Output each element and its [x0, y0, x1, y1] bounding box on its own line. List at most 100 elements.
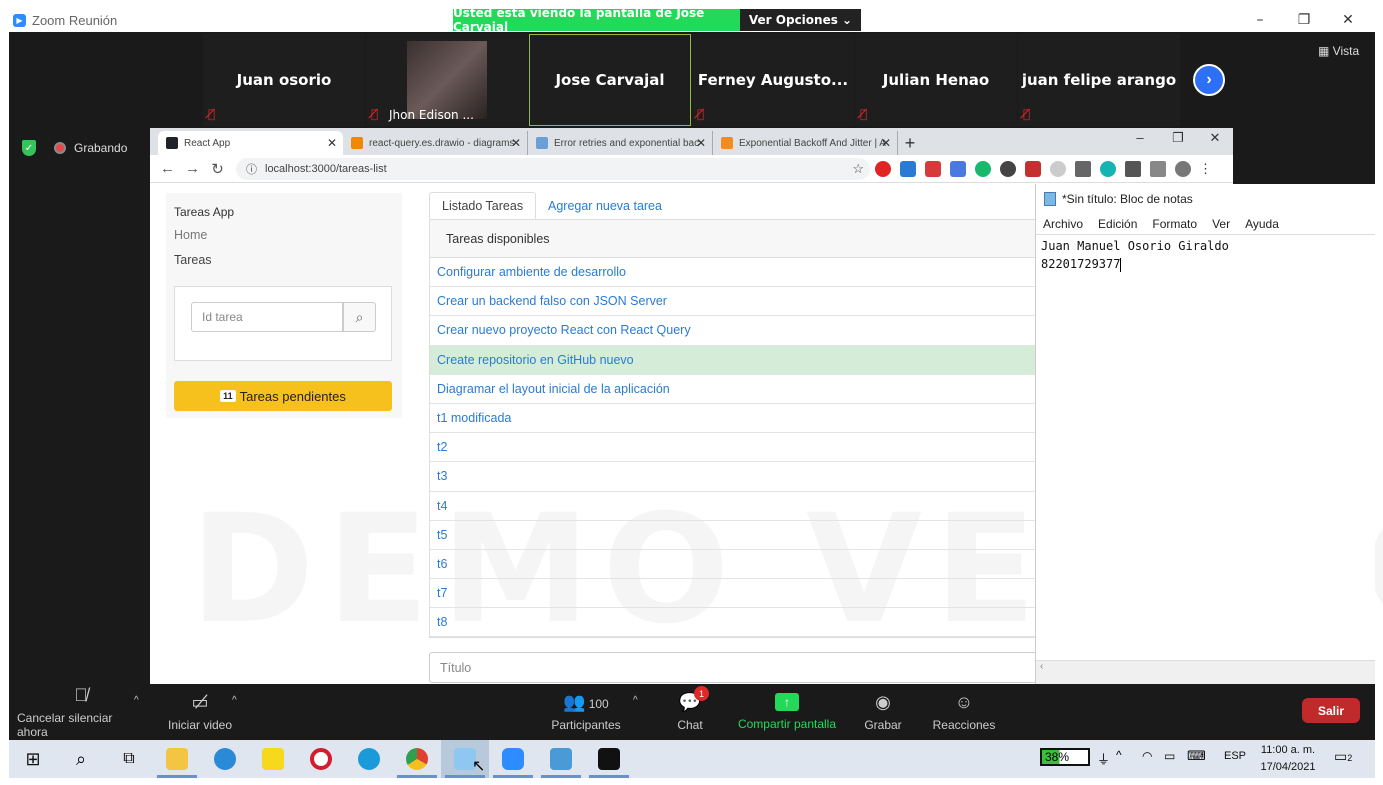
task-list-item[interactable]: t1 modificada [430, 404, 1035, 434]
close-tab-icon[interactable]: ✕ [327, 136, 337, 150]
block-extension-icon[interactable] [999, 160, 1016, 177]
horizontal-scrollbar[interactable]: ‹ [1036, 660, 1375, 676]
task-list-item[interactable]: t3 [430, 462, 1035, 492]
taskbar-app[interactable] [537, 740, 585, 778]
browser-menu-icon[interactable]: ⋮ [1199, 161, 1212, 177]
menu-ayuda[interactable]: Ayuda [1245, 217, 1279, 231]
search-taskbar-button[interactable]: ⌕ [57, 740, 105, 778]
notepad-text-area[interactable]: Juan Manuel Osorio Giraldo 82201729377 [1036, 234, 1375, 660]
opera-extension-icon[interactable] [874, 160, 891, 177]
app-brand[interactable]: Tareas App [174, 205, 234, 219]
taskbar-zoom[interactable] [489, 740, 537, 778]
task-view-button[interactable]: ⧉ [105, 740, 153, 778]
puzzle-extensions-icon[interactable] [1124, 160, 1141, 177]
taskbar-internet-explorer[interactable] [201, 740, 249, 778]
start-button[interactable]: ⊞ [9, 740, 57, 778]
browser-close-button[interactable]: ✕ [1197, 130, 1233, 146]
task-list-item[interactable]: t2 [430, 433, 1035, 463]
menu-formato[interactable]: Formato [1152, 217, 1197, 231]
url-field[interactable]: ⓘ localhost:3000/tareas-list ☆ [236, 157, 870, 180]
reload-icon[interactable]: ↻ [205, 160, 230, 178]
cast-icon[interactable] [1149, 160, 1166, 177]
search-button[interactable]: ⌕ [343, 302, 376, 332]
view-toggle[interactable]: ▦ Vista [1318, 44, 1359, 58]
record-button[interactable]: ◉ Grabar [860, 684, 906, 740]
clock[interactable]: 11:00 a. m. 17/04/2021 [1256, 742, 1320, 776]
task-list-item[interactable]: Crear nuevo proyecto React con React Que… [430, 316, 1035, 346]
battery-tray-icon[interactable]: ▭ [1164, 749, 1175, 763]
browser-tab-retries[interactable]: Error retries and exponential bac ✕ [528, 131, 713, 155]
reactions-button[interactable]: ☺ Reacciones [931, 684, 997, 740]
task-list-item[interactable]: t4 [430, 492, 1035, 521]
task-list-item[interactable]: Configurar ambiente de desarrollo [430, 258, 1035, 288]
profile-avatar[interactable] [1174, 160, 1191, 177]
forward-arrow-icon[interactable]: → [180, 160, 205, 177]
pending-tasks-button[interactable]: 11 Tareas pendientes [174, 381, 392, 411]
close-tab-icon[interactable]: ✕ [881, 136, 891, 150]
translate-extension-icon[interactable] [949, 160, 966, 177]
leave-meeting-button[interactable]: Salir [1302, 698, 1360, 723]
tab-agregar-tarea[interactable]: Agregar nueva tarea [536, 192, 674, 219]
audio-options-chevron-icon[interactable]: ^ [134, 695, 139, 706]
task-title-input[interactable]: Título [429, 652, 1035, 683]
extension-icon[interactable] [1049, 160, 1066, 177]
close-tab-icon[interactable]: ✕ [511, 136, 521, 150]
taskbar-terminal[interactable] [585, 740, 633, 778]
participant-tile[interactable]: juan felipe arango 🎙̸ [1018, 34, 1180, 126]
participant-tile-active[interactable]: Jose Carvajal [529, 34, 691, 126]
browser-tab-backoff[interactable]: Exponential Backoff And Jitter | A ✕ [713, 131, 898, 155]
eyedropper-extension-icon[interactable] [1074, 160, 1091, 177]
taskbar-chrome[interactable] [393, 740, 441, 778]
start-video-button[interactable]: ▭̸ Iniciar video [160, 684, 240, 740]
video-options-chevron-icon[interactable]: ^ [232, 695, 237, 706]
security-shield-icon[interactable]: ✓ [22, 140, 36, 156]
task-list-item[interactable]: t8 [430, 608, 1035, 638]
grammarly-extension-icon[interactable] [974, 160, 991, 177]
close-button[interactable]: ✕ [1325, 9, 1371, 31]
cors-extension-icon[interactable] [924, 160, 941, 177]
task-id-input[interactable]: Id tarea [191, 302, 343, 332]
participant-tile[interactable]: Juan osorio 🎙̸ [203, 34, 365, 126]
participant-tile[interactable]: Ferney Augusto... 🎙̸ [692, 34, 854, 126]
new-tab-icon[interactable]: + [898, 131, 922, 155]
minimize-button[interactable]: – [1237, 9, 1283, 31]
extension-icon[interactable] [1024, 160, 1041, 177]
share-screen-button[interactable]: ↑ Compartir pantalla [736, 684, 838, 740]
menu-edicion[interactable]: Edición [1098, 217, 1137, 231]
participant-tile[interactable]: 🎙̸ Jhon Edison ... [366, 34, 528, 126]
browser-tab-react-app[interactable]: React App ✕ [158, 131, 343, 155]
language-indicator[interactable]: ESP [1224, 750, 1246, 762]
task-list-item[interactable]: t6 [430, 550, 1035, 580]
tray-chevron-icon[interactable]: ^ [1116, 748, 1122, 762]
task-list-item-highlighted[interactable]: Create repositorio en GitHub nuevo [430, 345, 1035, 375]
taskbar-edge[interactable] [345, 740, 393, 778]
task-list-item[interactable]: Diagramar el layout inicial de la aplica… [430, 375, 1035, 404]
participants-options-chevron-icon[interactable]: ^ [633, 695, 638, 706]
extension-icon[interactable] [899, 160, 916, 177]
nav-home-link[interactable]: Home [174, 228, 207, 242]
wifi-icon[interactable]: ◠ [1142, 749, 1152, 763]
restore-button[interactable]: ❐ [1281, 9, 1327, 31]
browser-restore-button[interactable]: ❐ [1160, 130, 1196, 146]
browser-minimize-button[interactable]: – [1122, 130, 1158, 145]
browser-tab-drawio[interactable]: react-query.es.drawio - diagrams ✕ [343, 131, 528, 155]
battery-indicator[interactable]: 38% [1040, 748, 1090, 766]
bookmark-star-icon[interactable]: ☆ [852, 161, 864, 177]
unmute-button[interactable]: 🎙̸ Cancelar silenciar ahora [17, 684, 145, 740]
task-list-item[interactable]: t5 [430, 521, 1035, 550]
nav-tareas-link[interactable]: Tareas [174, 253, 212, 267]
taskbar-sticky-notes[interactable] [249, 740, 297, 778]
menu-archivo[interactable]: Archivo [1043, 217, 1083, 231]
participants-button[interactable]: 👥 100 Participantes [548, 684, 624, 740]
task-list-item[interactable]: Crear un backend falso con JSON Server [430, 287, 1035, 317]
extension-icon[interactable] [1099, 160, 1116, 177]
participant-tile[interactable]: Julian Henao 🎙̸ [855, 34, 1017, 126]
back-arrow-icon[interactable]: ← [155, 160, 180, 177]
tab-listado-tareas[interactable]: Listado Tareas [429, 192, 537, 219]
taskbar-opera[interactable] [297, 740, 345, 778]
taskbar-file-explorer[interactable] [153, 740, 201, 778]
notifications-icon[interactable]: ▭2 [1334, 748, 1352, 765]
next-page-arrow-icon[interactable]: › [1193, 64, 1225, 96]
keyboard-icon[interactable]: ⌨ [1187, 748, 1206, 764]
task-list-item[interactable]: t7 [430, 579, 1035, 609]
